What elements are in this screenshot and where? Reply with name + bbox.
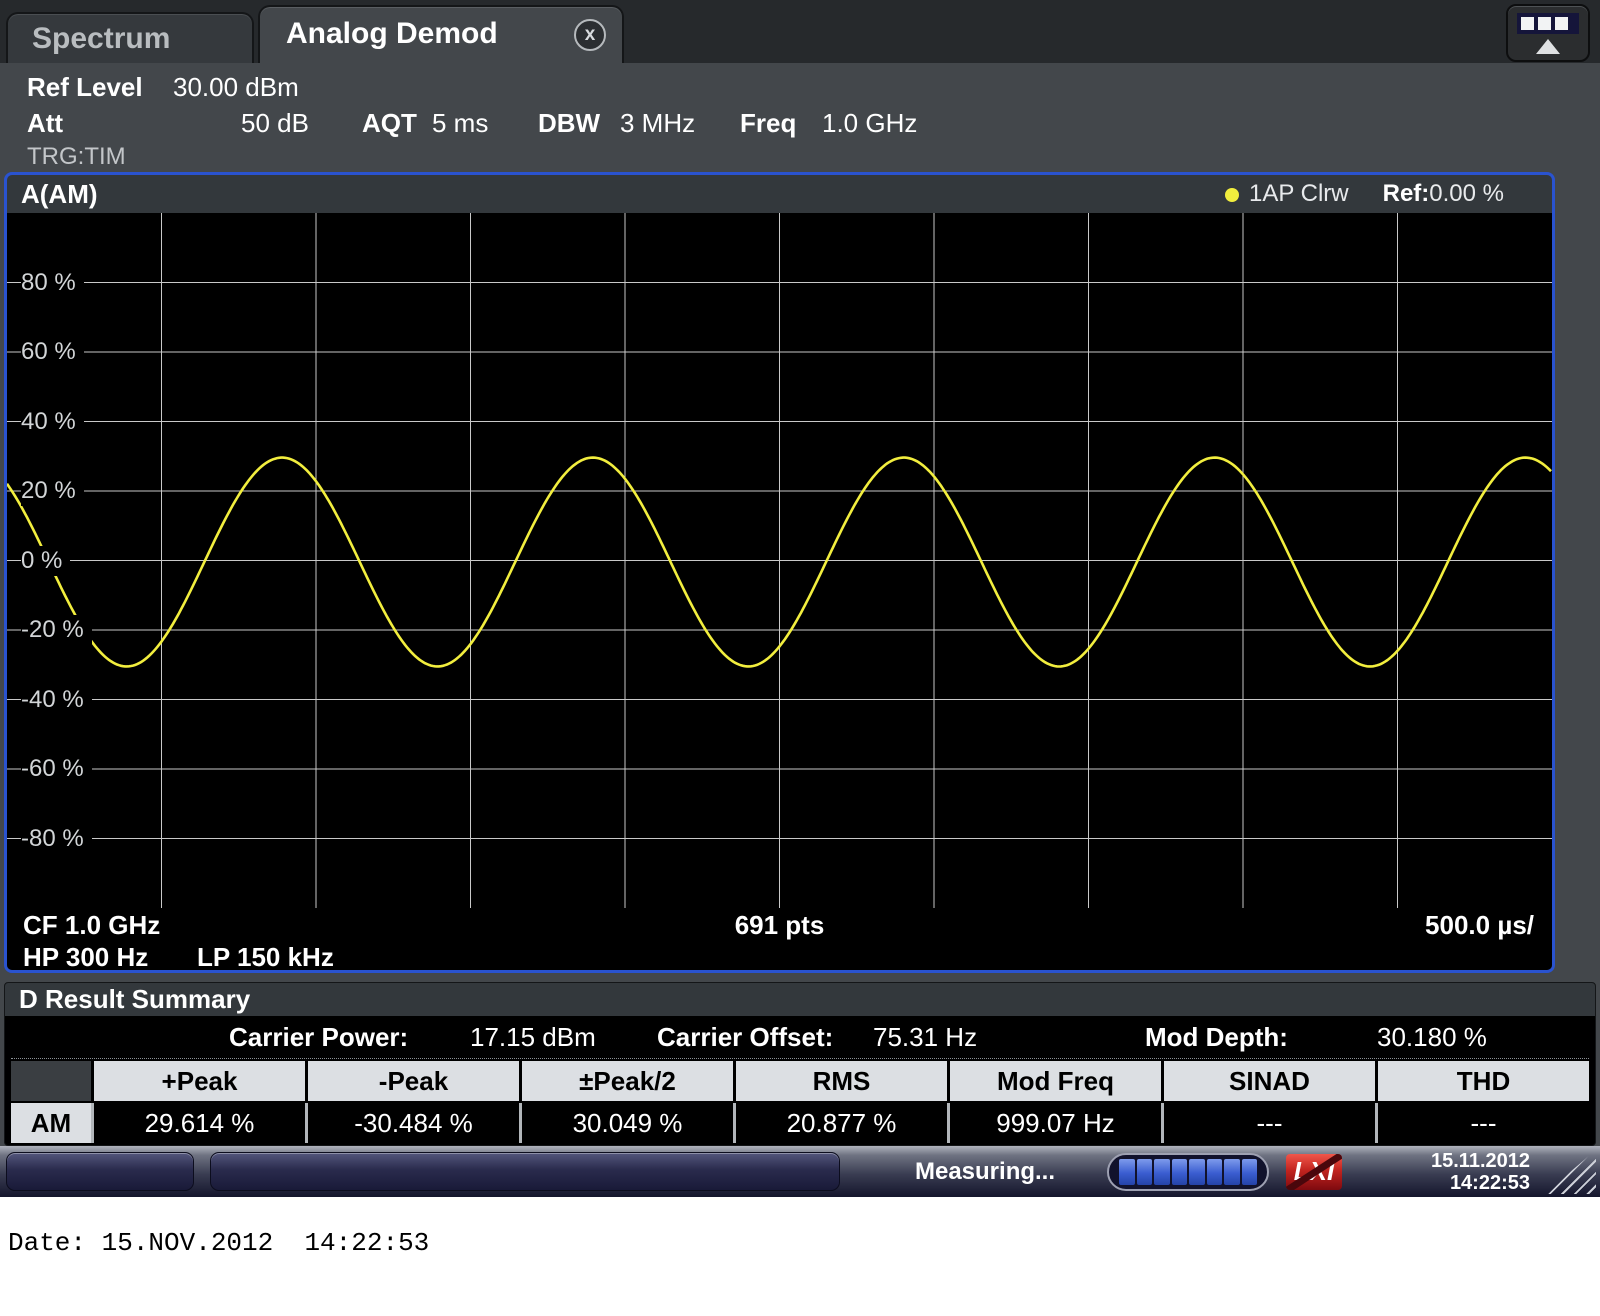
result-table-value-cell: --- [1164, 1103, 1375, 1143]
display-bar-toggle-button[interactable] [1506, 4, 1590, 62]
am-waveform-window[interactable]: A(AM) 1AP Clrw Ref:0.00 % 80 % 60 % 40 % 20 … [4, 172, 1555, 973]
freq-label[interactable]: Freq [740, 108, 796, 139]
dbw-value[interactable]: 3 MHz [620, 108, 695, 139]
highpass-filter: HP 300 Hz [23, 942, 148, 973]
carrier-power-label: Carrier Power: [229, 1016, 408, 1058]
dbw-label[interactable]: DBW [538, 108, 600, 139]
result-table-row-label: AM [11, 1103, 91, 1143]
result-summary-window[interactable]: D Result Summary Carrier Power: 17.15 dB… [4, 982, 1596, 1146]
collapse-triangle-icon [1536, 39, 1560, 54]
tab-analog-demod-label: Analog Demod [286, 17, 498, 50]
resize-grip-icon[interactable] [1544, 1150, 1596, 1194]
softkey-squares-icon [1517, 13, 1579, 34]
ref-level-label: Ref Level [27, 72, 143, 102]
y-axis-tick-label: -40 % [21, 685, 92, 715]
result-table-column-header: SINAD [1164, 1061, 1375, 1101]
result-table-column-header: RMS [736, 1061, 947, 1101]
y-axis-tick-label: 40 % [21, 407, 84, 437]
y-axis-tick-label: -80 % [21, 824, 92, 854]
chart-window-titlebar: A(AM) 1AP Clrw Ref:0.00 % [7, 175, 1552, 213]
chart-title: A(AM) [21, 179, 98, 209]
progress-segment [1189, 1159, 1205, 1185]
progress-segment [1207, 1159, 1223, 1185]
hardcopy-date-line: Date: 15.NOV.2012 14:22:53 [8, 1228, 429, 1258]
y-axis-tick-label: 60 % [21, 337, 84, 367]
att-label[interactable]: Att [27, 108, 63, 139]
status-date: 15.11.2012 [1380, 1150, 1530, 1172]
screen: Spectrum Analog Demod x Ref Level 30.00 … [0, 0, 1600, 1316]
y-axis-tick-label: -20 % [21, 615, 92, 645]
progress-segment [1119, 1159, 1135, 1185]
y-axis-tick-label: 20 % [21, 476, 84, 506]
tab-spectrum-label: Spectrum [32, 22, 170, 55]
y-axis-tick-label: 0 % [21, 546, 70, 576]
aqt-label[interactable]: AQT [362, 108, 417, 139]
freq-value[interactable]: 1.0 GHz [822, 108, 917, 139]
carrier-offset-label: Carrier Offset: [657, 1016, 833, 1058]
trace-name: 1AP Clrw [1249, 180, 1349, 207]
y-axis-tick-label: 80 % [21, 268, 84, 298]
tab-spectrum[interactable]: Spectrum [6, 12, 254, 63]
result-table-column-header: -Peak [308, 1061, 519, 1101]
lxi-status-icon: LXI [1286, 1154, 1342, 1190]
progress-segment [1224, 1159, 1240, 1185]
carrier-offset-value: 75.31 Hz [873, 1016, 977, 1058]
status-datetime: 15.11.2012 14:22:53 [1380, 1150, 1530, 1194]
mod-depth-label: Mod Depth: [1145, 1016, 1288, 1058]
tab-bar: Spectrum Analog Demod x [0, 0, 1600, 63]
ref-level-value[interactable]: 30.00 dBm [173, 72, 299, 103]
result-table-value-cell: -30.484 % [308, 1103, 519, 1143]
result-table-value-cell: 20.877 % [736, 1103, 947, 1143]
progress-segment [1172, 1159, 1188, 1185]
ref-level-setting[interactable]: Ref Level [27, 72, 143, 103]
plot-area: 80 % 60 % 40 % 20 % 0 % -20 % -40 % -60 % -80 % [7, 213, 1552, 908]
lowpass-filter: LP 150 kHz [197, 942, 334, 973]
status-bar-button-message[interactable] [210, 1152, 840, 1191]
result-table-column-header: +Peak [94, 1061, 305, 1101]
progress-segment [1137, 1159, 1153, 1185]
tab-analog-demod[interactable]: Analog Demod x [258, 5, 624, 63]
progress-segment [1154, 1159, 1170, 1185]
mod-depth-value: 30.180 % [1377, 1016, 1487, 1058]
carrier-power-value: 17.15 dBm [470, 1016, 596, 1058]
att-value[interactable]: 50 dB [241, 108, 309, 139]
analyzer-display: Spectrum Analog Demod x Ref Level 30.00 … [0, 0, 1600, 1197]
result-table-column-header: ±Peak/2 [522, 1061, 733, 1101]
result-table-header-row: +Peak-Peak±Peak/2RMSMod FreqSINADTHD [11, 1061, 1589, 1101]
result-table-data-row: AM29.614 %-30.484 %30.049 %20.877 %999.0… [11, 1103, 1589, 1143]
aqt-value[interactable]: 5 ms [432, 108, 488, 139]
status-time: 14:22:53 [1380, 1172, 1530, 1194]
result-table-value-cell: 29.614 % [94, 1103, 305, 1143]
ref-label: Ref: [1383, 180, 1430, 207]
result-table-value-cell: --- [1378, 1103, 1589, 1143]
result-table-column-header: Mod Freq [950, 1061, 1161, 1101]
result-table-value-cell: 30.049 % [522, 1103, 733, 1143]
result-summary-titlebar: D Result Summary [5, 983, 1595, 1016]
trace-dot-icon [1225, 188, 1239, 202]
trace-legend: 1AP Clrw Ref:0.00 % [1225, 175, 1504, 213]
y-axis-tick-label: -60 % [21, 754, 92, 784]
trigger-status: TRG:TIM [27, 143, 126, 171]
sweep-time-per-div: 500.0 µs/ [1425, 910, 1534, 941]
sweep-points: 691 pts [7, 910, 1552, 941]
status-bar-button-left[interactable] [6, 1152, 194, 1191]
tab-close-icon[interactable]: x [574, 19, 606, 51]
result-summary-title: D Result Summary [19, 984, 250, 1014]
chart-footer: CF 1.0 GHz 691 pts 500.0 µs/ HP 300 Hz L… [7, 908, 1552, 970]
result-table-value-cell: 999.07 Hz [950, 1103, 1161, 1143]
waveform-plot [7, 213, 1552, 908]
result-table: +Peak-Peak±Peak/2RMSMod FreqSINADTHD AM2… [11, 1058, 1589, 1143]
progress-segment [1242, 1159, 1258, 1185]
measuring-status: Measuring... [880, 1146, 1090, 1197]
ref-value: 0.00 % [1429, 180, 1504, 207]
measurement-progress-bar [1107, 1153, 1269, 1191]
result-table-column-header: THD [1378, 1061, 1589, 1101]
settings-header: Ref Level 30.00 dBm Att 50 dB AQT 5 ms D… [0, 63, 1600, 172]
status-bar: Measuring... LXI 15.11.2012 14:22:53 [0, 1146, 1600, 1197]
result-table-corner-cell [11, 1061, 91, 1101]
carrier-summary-row: Carrier Power: 17.15 dBm Carrier Offset:… [5, 1016, 1595, 1058]
